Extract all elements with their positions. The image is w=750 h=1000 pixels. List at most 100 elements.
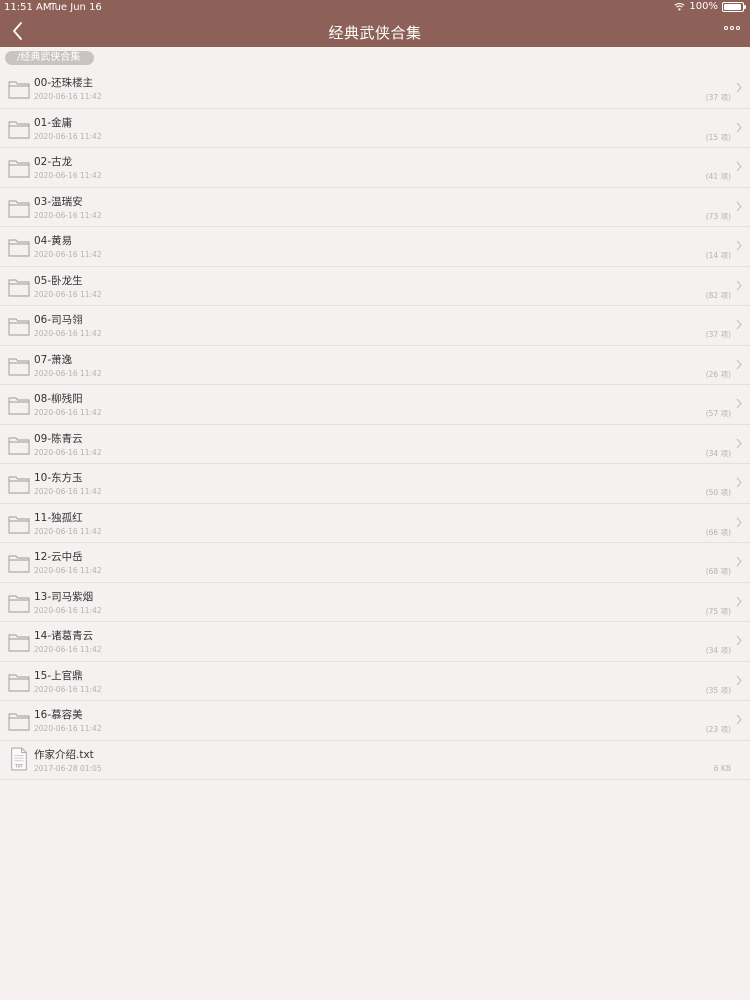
folder-icon <box>8 356 30 376</box>
item-name: 13-司马紫烟 <box>34 590 94 603</box>
folder-row[interactable]: 12-云中岳 2020-06-16 11:42 (68 项) <box>0 543 750 583</box>
item-date: 2020-06-16 11:42 <box>34 92 102 101</box>
chevron-right-icon <box>736 675 742 685</box>
item-count: (34 项) <box>705 448 731 458</box>
item-name: 02-古龙 <box>34 156 73 168</box>
folder-row[interactable]: 14-诸葛青云 2020-06-16 11:42 (34 项) <box>0 622 750 662</box>
folder-row[interactable]: 09-陈青云 2020-06-16 11:42 (34 项) <box>0 425 750 464</box>
chevron-right-icon <box>736 635 742 646</box>
file-row[interactable]: TXT 作家介绍.txt 2017-06-28 01:05 6 KB <box>0 741 750 780</box>
item-count: (75 项) <box>705 606 731 616</box>
item-name: 07-萧逸 <box>34 353 73 366</box>
ellipsis-icon <box>724 26 728 30</box>
folder-icon <box>8 711 30 731</box>
folder-row[interactable]: 00-还珠楼主 2020-06-16 11:42 (37 项) <box>0 69 750 109</box>
folder-row[interactable]: 02-古龙 2020-06-16 11:42 (41 项) <box>0 148 750 188</box>
item-count: (82 项) <box>705 290 731 300</box>
item-count: (41 项) <box>705 172 731 181</box>
folder-icon <box>8 435 30 455</box>
item-count: (68 项) <box>705 567 731 576</box>
item-count: (34 项) <box>705 646 731 655</box>
item-count: (37 项) <box>705 330 731 339</box>
chevron-right-icon <box>736 596 742 606</box>
item-date: 2020-06-16 11:42 <box>34 645 102 654</box>
chevron-right-icon <box>736 714 742 725</box>
chevron-right-icon <box>736 280 742 290</box>
status-time: 11:51 AM <box>4 2 52 13</box>
item-date: 2020-06-16 11:42 <box>34 289 102 299</box>
chevron-right-icon <box>736 122 742 132</box>
item-count: (23 项) <box>705 725 731 734</box>
folder-row[interactable]: 06-司马翎 2020-06-16 11:42 (37 项) <box>0 306 750 346</box>
item-count: (35 项) <box>705 685 731 695</box>
chevron-right-icon <box>736 240 742 251</box>
file-list: 00-还珠楼主 2020-06-16 11:42 (37 项) 01-金庸 2020-0… <box>0 69 750 780</box>
item-date: 2020-06-16 11:42 <box>34 447 102 457</box>
folder-row[interactable]: 03-温瑞安 2020-06-16 11:42 (73 项) <box>0 188 750 227</box>
chevron-right-icon <box>736 201 742 211</box>
folder-row[interactable]: 16-慕容美 2020-06-16 11:42 (23 项) <box>0 701 750 741</box>
item-date: 2020-06-16 11:42 <box>34 329 102 338</box>
breadcrumb[interactable]: /经典武侠合集 <box>5 51 95 65</box>
status-date: Tue Jun 16 <box>50 2 102 13</box>
folder-row[interactable]: 08-柳残阳 2020-06-16 11:42 (57 项) <box>0 385 750 425</box>
item-name: 04-黄易 <box>34 235 73 247</box>
folder-icon <box>8 395 30 415</box>
folder-row[interactable]: 10-东方玉 2020-06-16 11:42 (50 项) <box>0 464 750 504</box>
chevron-right-icon <box>736 517 742 527</box>
item-count: (50 项) <box>705 488 731 497</box>
item-date: 2020-06-16 11:42 <box>34 724 102 733</box>
item-name: 14-诸葛青云 <box>34 630 94 642</box>
item-count: (73 项) <box>705 211 731 221</box>
folder-icon <box>8 237 30 257</box>
item-date: 2020-06-16 11:42 <box>34 605 102 615</box>
chevron-right-icon <box>736 556 742 567</box>
folder-icon <box>8 119 30 139</box>
chevron-right-icon <box>736 82 742 93</box>
folder-icon <box>8 514 30 534</box>
item-count: (57 项) <box>705 409 731 418</box>
item-date: 2020-06-16 11:42 <box>34 408 102 417</box>
item-date: 2020-06-16 11:42 <box>34 566 102 575</box>
item-date: 2020-06-16 11:42 <box>34 210 102 220</box>
item-name: 06-司马翎 <box>34 314 83 326</box>
item-name: 15-上官鼎 <box>34 669 83 682</box>
item-count: (37 项) <box>705 93 731 102</box>
folder-icon <box>8 632 30 652</box>
item-count: (66 项) <box>705 527 731 537</box>
item-date: 2020-06-16 11:42 <box>34 250 102 259</box>
folder-icon <box>8 158 30 178</box>
item-name: 10-东方玉 <box>34 472 83 484</box>
folder-row[interactable]: 15-上官鼎 2020-06-16 11:42 (35 项) <box>0 662 750 701</box>
folder-row[interactable]: 07-萧逸 2020-06-16 11:42 (26 项) <box>0 346 750 385</box>
item-count: (26 项) <box>705 369 731 379</box>
chevron-right-icon <box>736 398 742 409</box>
folder-row[interactable]: 04-黄易 2020-06-16 11:42 (14 项) <box>0 227 750 267</box>
item-date: 2020-06-16 11:42 <box>34 487 102 496</box>
folder-icon <box>8 553 30 573</box>
folder-icon <box>8 474 30 494</box>
more-button[interactable] <box>724 26 742 34</box>
page-title: 经典武侠合集 <box>328 24 422 42</box>
folder-icon <box>8 277 30 297</box>
folder-icon <box>8 316 30 336</box>
item-name: 09-陈青云 <box>34 432 83 445</box>
chevron-right-icon <box>736 319 742 330</box>
folder-row[interactable]: 11-独孤红 2020-06-16 11:42 (66 项) <box>0 504 750 543</box>
file-size: 6 KB <box>713 763 731 773</box>
status-indicators: 100% <box>674 1 746 12</box>
nav-bar: 11:51 AM Tue Jun 16 100% 经典武侠合集 <box>0 0 750 47</box>
item-count: (14 项) <box>705 251 731 260</box>
chevron-right-icon <box>736 438 742 448</box>
folder-row[interactable]: 13-司马紫烟 2020-06-16 11:42 (75 项) <box>0 583 750 622</box>
item-name: 16-慕容美 <box>34 709 83 721</box>
battery-icon <box>722 1 746 12</box>
chevron-right-icon <box>736 359 742 369</box>
item-date: 2017-06-28 01:05 <box>34 763 102 773</box>
item-name: 11-独孤红 <box>34 511 83 524</box>
item-date: 2020-06-16 11:42 <box>34 131 102 141</box>
item-name: 08-柳残阳 <box>34 393 83 405</box>
folder-row[interactable]: 01-金庸 2020-06-16 11:42 (15 项) <box>0 109 750 148</box>
folder-row[interactable]: 05-卧龙生 2020-06-16 11:42 (82 项) <box>0 267 750 306</box>
item-name: 05-卧龙生 <box>34 274 83 287</box>
